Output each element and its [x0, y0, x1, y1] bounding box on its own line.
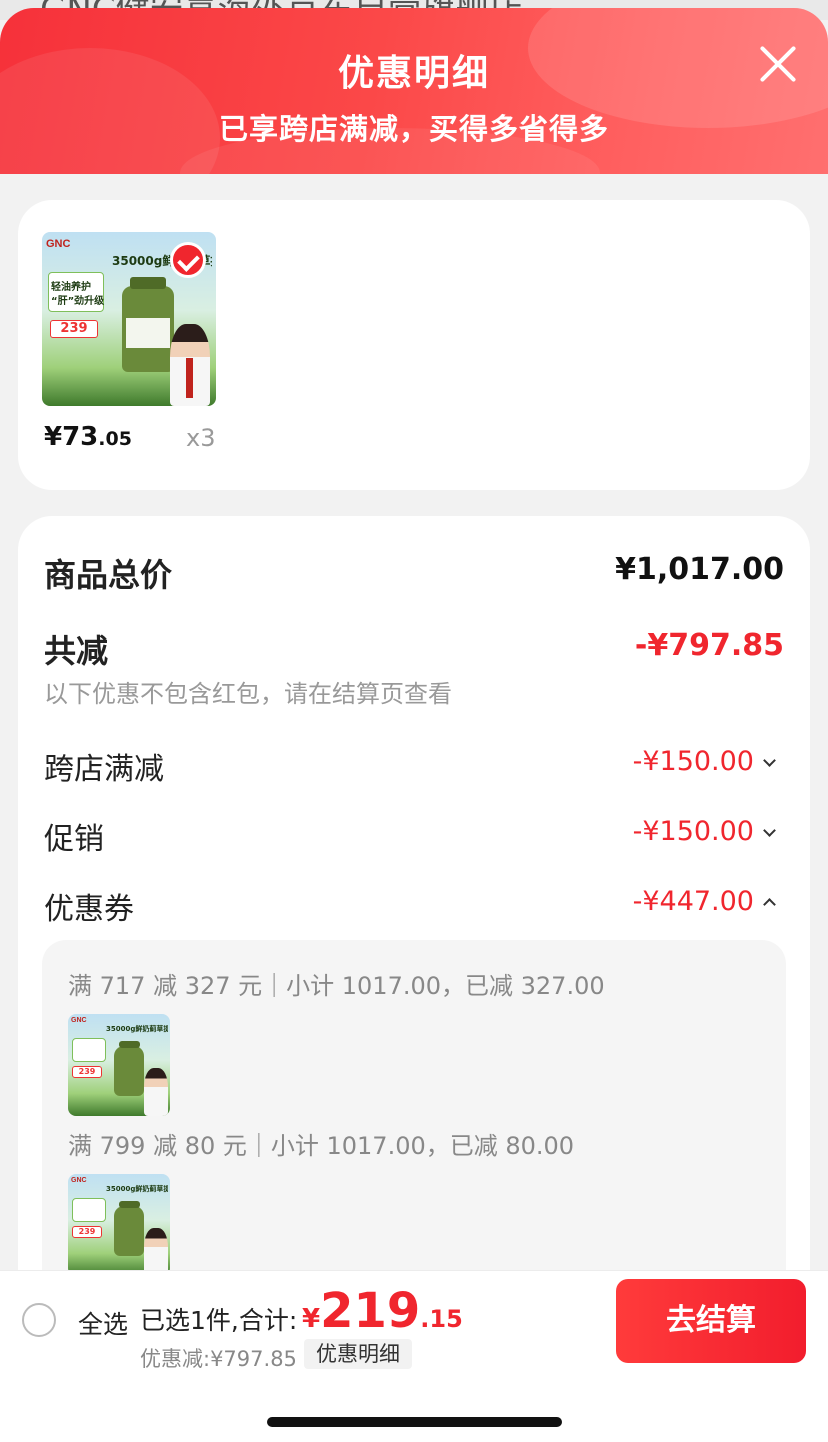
- chevron-up-icon[interactable]: [763, 898, 776, 911]
- cross-store-discount-value[interactable]: -¥150.00: [633, 746, 754, 777]
- sheet-title: 优惠明细: [337, 53, 490, 94]
- total-reduce-label: 共减: [44, 632, 109, 670]
- total-price-value: ¥1,017.00: [615, 552, 784, 587]
- thumbnail-price: 239: [72, 1226, 102, 1238]
- product-card: GNC 35000g鲜奶蓟草提取 轻油养护 “肝”劲升级 239 ¥73.05 …: [18, 200, 810, 490]
- product-image-headline-2: “肝”劲升级: [51, 296, 105, 307]
- chevron-down-icon[interactable]: [763, 754, 776, 767]
- thumbnail-tag: [72, 1198, 106, 1222]
- thumbnail-badge: 35000g鲜奶蓟草提取: [106, 1025, 168, 1033]
- product-image[interactable]: GNC 35000g鲜奶蓟草提取 轻油养护 “肝”劲升级 239: [42, 232, 216, 406]
- promotion-value[interactable]: -¥150.00: [633, 816, 754, 847]
- coupon-product-thumbnail: GNC 35000g鲜奶蓟草提取 239: [68, 1014, 170, 1116]
- cross-store-discount-label[interactable]: 跨店满减: [44, 744, 164, 788]
- home-indicator: [267, 1417, 562, 1427]
- thumbnail-brand: GNC: [71, 1177, 87, 1184]
- select-all-label[interactable]: 全选: [78, 1305, 128, 1341]
- thumbnail-bottle: [114, 1201, 144, 1256]
- product-bottle-label: [126, 318, 170, 348]
- coupon-value[interactable]: -¥447.00: [633, 886, 754, 917]
- red-packet-hint: 以下优惠不包含红包，请在结算页查看: [44, 680, 452, 708]
- coupon-product-thumbnail: GNC 35000g鲜奶蓟草提取 239: [68, 1174, 170, 1276]
- product-price: ¥73.05: [44, 422, 132, 452]
- discount-detail-button[interactable]: 优惠明细: [304, 1339, 412, 1369]
- thumbnail-tag: [72, 1038, 106, 1062]
- selected-count-text: 已选1件,合计:: [140, 1306, 298, 1335]
- chevron-down-icon[interactable]: [763, 824, 776, 837]
- thumbnail-badge: 35000g鲜奶蓟草提取: [106, 1185, 168, 1193]
- thumbnail-spokesperson: [144, 1068, 168, 1116]
- checkout-button[interactable]: 去结算: [616, 1279, 806, 1363]
- product-image-headline: 轻油养护: [51, 282, 91, 293]
- product-quantity: x3: [186, 424, 216, 452]
- thumbnail-spokesperson: [144, 1228, 168, 1276]
- promotion-label[interactable]: 促销: [44, 814, 104, 858]
- total-reduce-value: -¥797.85: [634, 628, 784, 663]
- thumbnail-brand: GNC: [71, 1017, 87, 1024]
- close-icon[interactable]: [758, 44, 798, 84]
- checkout-bar: 全选 已选1件,合计: ¥219.15 优惠减:¥797.85 优惠明细 去结算: [0, 1270, 828, 1442]
- thumbnail-bottle: [114, 1041, 144, 1096]
- thumbnail-price: 239: [72, 1066, 102, 1078]
- order-total: ¥219.15: [302, 1283, 463, 1339]
- sheet-subtitle: 已享跨店满减，买得多省得多: [218, 112, 609, 146]
- select-all-radio[interactable]: [22, 1303, 56, 1337]
- total-price-label: 商品总价: [44, 556, 173, 594]
- coupon-rule: 满 799 减 80 元｜小计 1017.00，已减 80.00: [68, 1132, 575, 1160]
- product-image-brand: GNC: [46, 238, 71, 250]
- product-spokesperson-tie: [186, 358, 193, 398]
- coupon-rule: 满 717 减 327 元｜小计 1017.00，已减 327.00: [68, 972, 605, 1000]
- coupon-label[interactable]: 优惠券: [44, 884, 134, 928]
- product-image-price: 239: [50, 320, 98, 338]
- discount-detail-header: 优惠明细 已享跨店满减，买得多省得多: [0, 8, 828, 174]
- discount-amount: 优惠减:¥797.85: [140, 1347, 297, 1371]
- selected-check-icon: [170, 242, 206, 278]
